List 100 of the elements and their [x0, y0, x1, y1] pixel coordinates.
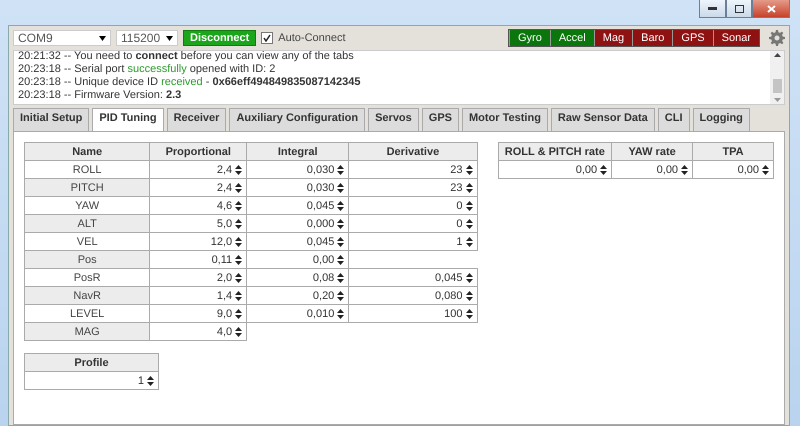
- log-line: 20:21:32 -- You need to connect before you can view any of the tabs: [18, 51, 355, 63]
- spinner-icon[interactable]: [337, 236, 344, 247]
- row-name-cell: PosR: [24, 268, 150, 286]
- number-field[interactable]: 0,030: [246, 160, 349, 178]
- number-field[interactable]: 100: [348, 304, 477, 322]
- log-line: 20:23:18 -- Firmware Version: 2.3: [18, 89, 182, 102]
- number-field[interactable]: 23: [348, 160, 477, 178]
- spinner-icon[interactable]: [681, 164, 688, 175]
- spinner-icon[interactable]: [235, 236, 242, 247]
- spinner-icon[interactable]: [337, 290, 344, 301]
- spinner-icon[interactable]: [466, 290, 472, 301]
- spinner-icon[interactable]: [235, 290, 242, 301]
- spinner-icon[interactable]: [466, 218, 472, 229]
- spinner-icon[interactable]: [337, 254, 344, 265]
- settings-icon[interactable]: [769, 30, 785, 46]
- number-field[interactable]: 9,0: [150, 304, 247, 322]
- tab[interactable]: Auxiliary Configuration: [229, 108, 366, 131]
- maximize-icon: [734, 4, 744, 12]
- tab[interactable]: CLI: [658, 108, 690, 131]
- number-field[interactable]: 0,00: [692, 160, 774, 178]
- tab[interactable]: GPS: [422, 108, 460, 131]
- auto-connect-checkbox[interactable]: [261, 32, 274, 44]
- close-button[interactable]: [752, 0, 790, 18]
- spinner-icon[interactable]: [337, 182, 344, 193]
- spinner-icon[interactable]: [235, 272, 242, 283]
- sensor-indicator: GPS: [672, 30, 713, 46]
- number-field[interactable]: 2,4: [150, 160, 247, 178]
- number-field[interactable]: 12,0: [150, 232, 247, 250]
- number-field[interactable]: 1: [348, 232, 477, 250]
- number-field[interactable]: 0,08: [246, 268, 349, 286]
- spinner-icon[interactable]: [466, 272, 472, 283]
- spinner-icon[interactable]: [466, 200, 472, 211]
- spinner-icon[interactable]: [466, 182, 472, 193]
- number-field[interactable]: 0,00: [498, 160, 612, 178]
- number-field[interactable]: 0: [348, 214, 477, 232]
- number-field[interactable]: 0,00: [246, 250, 349, 268]
- row-name-cell: MAG: [24, 322, 150, 340]
- tab[interactable]: Initial Setup: [13, 108, 90, 131]
- number-field[interactable]: 4,6: [150, 196, 247, 214]
- tab[interactable]: Logging: [692, 108, 750, 131]
- spinner-icon[interactable]: [147, 376, 154, 386]
- scrollbar[interactable]: [770, 51, 784, 104]
- spinner-icon[interactable]: [337, 218, 344, 229]
- spinner-icon[interactable]: [235, 254, 242, 265]
- spinner-icon[interactable]: [466, 164, 472, 175]
- number-field[interactable]: 0,080: [348, 286, 477, 304]
- tab[interactable]: Receiver: [166, 108, 226, 131]
- number-field[interactable]: 4,0: [150, 322, 247, 340]
- spinner-icon[interactable]: [600, 164, 608, 175]
- row-name-cell: PITCH: [24, 178, 150, 196]
- number-field[interactable]: 0,11: [150, 250, 247, 268]
- spinner-icon[interactable]: [466, 308, 472, 319]
- number-field[interactable]: 5,0: [150, 214, 247, 232]
- spinner-icon[interactable]: [235, 182, 242, 193]
- column-header: Proportional: [150, 142, 247, 160]
- maximize-button[interactable]: [726, 0, 752, 18]
- sensor-indicator: Baro: [632, 30, 672, 46]
- number-field[interactable]: 0: [348, 196, 477, 214]
- number-field[interactable]: 0,045: [246, 232, 349, 250]
- number-field[interactable]: 0,045: [348, 268, 477, 286]
- number-field[interactable]: 0,030: [246, 178, 349, 196]
- minimize-button[interactable]: [699, 0, 726, 18]
- spinner-icon[interactable]: [235, 326, 242, 337]
- number-field[interactable]: 2,4: [150, 178, 247, 196]
- tab[interactable]: Raw Sensor Data: [550, 108, 655, 131]
- spinner-icon[interactable]: [762, 164, 769, 175]
- number-field[interactable]: 1,4: [150, 286, 247, 304]
- spinner-icon[interactable]: [337, 164, 344, 175]
- spinner-icon[interactable]: [235, 164, 242, 175]
- spinner-icon[interactable]: [337, 308, 344, 319]
- sensor-indicator: Mag: [594, 30, 632, 46]
- spinner-icon[interactable]: [466, 236, 472, 247]
- row-name-cell: YAW: [24, 196, 150, 214]
- number-field[interactable]: 2,0: [150, 268, 247, 286]
- column-header: YAW rate: [612, 142, 693, 160]
- scroll-up-icon[interactable]: [774, 53, 780, 57]
- port-select[interactable]: COM9: [13, 30, 111, 46]
- spinner-icon[interactable]: [337, 272, 344, 283]
- row-name-cell: VEL: [24, 232, 150, 250]
- column-header: Integral: [246, 142, 349, 160]
- log-line: 20:23:18 -- Unique device ID received - 0x66eff494849835087142345: [18, 76, 362, 89]
- tab[interactable]: Motor Testing: [462, 108, 548, 131]
- spinner-icon[interactable]: [337, 200, 344, 211]
- number-field[interactable]: 23: [348, 178, 477, 196]
- number-field[interactable]: 0,010: [246, 304, 349, 322]
- number-field[interactable]: 0,20: [246, 286, 349, 304]
- caret-icon: [99, 36, 106, 40]
- spinner-icon[interactable]: [235, 200, 242, 211]
- tab[interactable]: Servos: [368, 108, 419, 131]
- baud-select[interactable]: 115200: [116, 30, 178, 46]
- check-icon: [263, 34, 272, 42]
- number-field[interactable]: 1: [24, 372, 158, 390]
- spinner-icon[interactable]: [235, 308, 242, 319]
- tab[interactable]: PID Tuning: [92, 108, 164, 131]
- minimize-icon: [708, 7, 717, 10]
- column-header: TPA: [692, 142, 774, 160]
- number-field[interactable]: 0,045: [246, 196, 349, 214]
- number-field[interactable]: 0,00: [612, 160, 693, 178]
- spinner-icon[interactable]: [235, 218, 242, 229]
- number-field[interactable]: 0,000: [246, 214, 349, 232]
